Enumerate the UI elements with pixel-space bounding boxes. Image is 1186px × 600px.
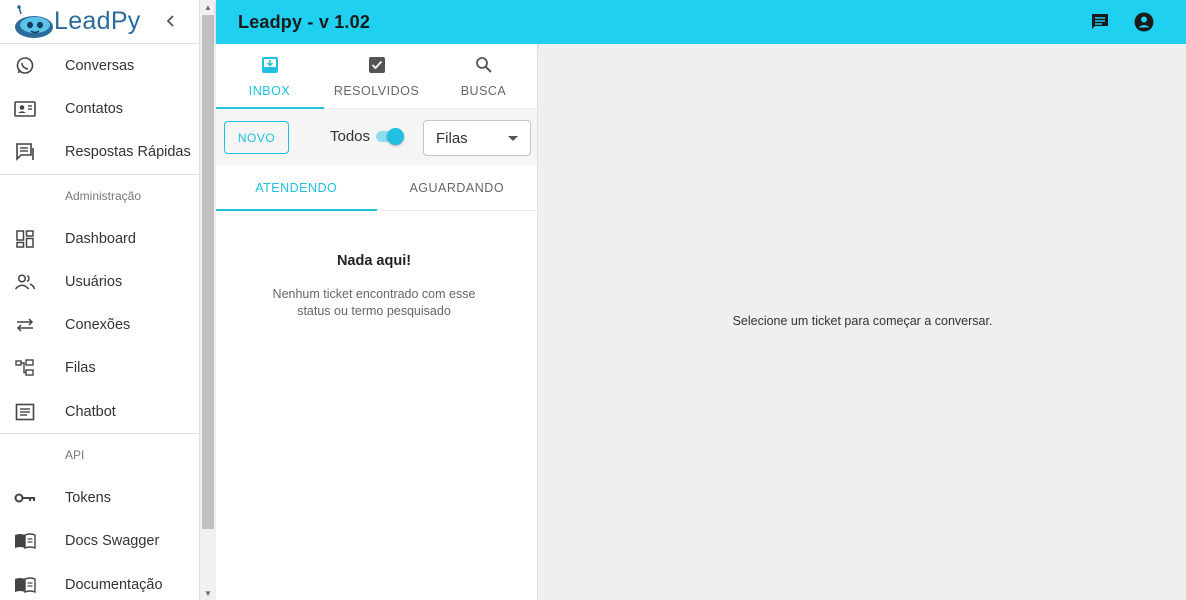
sidebar-item-label: Contatos	[65, 100, 124, 117]
sidebar-item-documentacao[interactable]: Documentação	[0, 563, 199, 600]
sidebar-item-contatos[interactable]: Contatos	[0, 87, 199, 130]
contact-card-icon	[14, 98, 36, 120]
sidebar-item-label: Docs Swagger	[65, 533, 160, 550]
robot-logo-icon	[12, 4, 54, 39]
app-title: Leadpy - v 1.02	[238, 11, 371, 32]
users-icon	[14, 271, 36, 293]
sidebar: LeadPy Conversas Contatos Respostas Rápi…	[0, 0, 200, 600]
dropdown-arrow-icon	[508, 136, 518, 141]
sidebar-item-label: Chatbot	[65, 403, 116, 420]
empty-state-title: Nada aqui!	[336, 253, 412, 269]
sidebar-item-label: Respostas Rápidas	[65, 144, 191, 161]
sidebar-item-tokens[interactable]: Tokens	[0, 476, 199, 519]
sidebar-item-chatbot[interactable]: Chatbot	[0, 390, 199, 433]
sidebar-item-respostas-rapidas[interactable]: Respostas Rápidas	[0, 131, 199, 174]
select-ticket-message: Selecione um ticket para começar a conve…	[732, 314, 993, 328]
book-icon	[14, 530, 36, 552]
tab-label: INBOX	[248, 84, 291, 98]
sidebar-item-label: Documentação	[65, 576, 163, 593]
sidebar-item-label: Conversas	[65, 57, 135, 74]
conversation-area: Selecione um ticket para começar a conve…	[539, 44, 1186, 600]
account-circle-icon[interactable]	[1132, 10, 1156, 34]
sidebar-item-filas[interactable]: Filas	[0, 347, 199, 390]
brand-name: LeadPy	[54, 7, 141, 35]
search-icon	[475, 54, 493, 76]
tab-atendendo[interactable]: ATENDENDO	[216, 165, 377, 210]
ticket-tabs: INBOX RESOLVIDOS BUSCA	[216, 44, 537, 109]
tab-label: RESOLVIDOS	[333, 84, 420, 98]
brand: LeadPy	[0, 0, 199, 44]
section-header-administracao: Administração	[0, 173, 199, 217]
scroll-up-arrow-icon[interactable]: ▲	[200, 0, 216, 14]
sidebar-item-label: Filas	[65, 360, 96, 377]
sidebar-item-docs-swagger[interactable]: Docs Swagger	[0, 520, 199, 563]
empty-state-subtitle: Nenhum ticket encontrado com esse status…	[272, 287, 476, 318]
check-box-icon	[368, 54, 386, 76]
status-tabs: ATENDENDO AGUARDANDO	[216, 165, 537, 211]
queue-select-value: Filas	[436, 129, 468, 147]
top-app-bar: Leadpy - v 1.02	[216, 0, 1186, 44]
sidebar-item-conversas[interactable]: Conversas	[0, 44, 199, 87]
whatsapp-icon	[14, 55, 36, 77]
sidebar-item-usuarios[interactable]: Usuários	[0, 260, 199, 303]
dashboard-icon	[14, 228, 36, 250]
new-ticket-button[interactable]: NOVO	[224, 121, 289, 154]
tab-inbox[interactable]: INBOX	[216, 44, 323, 108]
chatbot-icon	[14, 401, 36, 423]
queue-select[interactable]: Filas	[423, 120, 531, 156]
sidebar-scrollbar[interactable]: ▲ ▼	[200, 0, 216, 600]
inbox-icon	[261, 54, 279, 76]
sidebar-item-label: Conexões	[65, 317, 131, 334]
collapse-sidebar-button[interactable]	[160, 10, 182, 32]
sidebar-item-label: Dashboard	[65, 230, 136, 247]
tab-aguardando[interactable]: AGUARDANDO	[377, 165, 538, 210]
ticket-toolbar: NOVO Todos Filas	[216, 109, 537, 165]
toggle-knob	[387, 128, 404, 145]
scroll-thumb[interactable]	[202, 15, 214, 529]
show-all-toggle[interactable]	[376, 128, 404, 145]
key-icon	[14, 487, 36, 509]
section-header-api: API	[0, 433, 199, 476]
quick-reply-icon	[14, 141, 36, 163]
sidebar-item-conexoes[interactable]: Conexões	[0, 303, 199, 346]
sidebar-item-dashboard[interactable]: Dashboard	[0, 217, 199, 260]
tickets-panel: INBOX RESOLVIDOS BUSCA NOVO Todos Filas …	[216, 44, 538, 600]
scroll-down-arrow-icon[interactable]: ▼	[200, 586, 216, 600]
sidebar-item-label: Tokens	[65, 490, 111, 507]
chevron-left-icon	[166, 15, 174, 27]
tab-label: BUSCA	[460, 84, 507, 98]
active-subtab-indicator	[216, 209, 377, 211]
tab-resolvidos[interactable]: RESOLVIDOS	[323, 44, 430, 108]
queues-icon	[14, 357, 36, 379]
book-icon	[14, 574, 36, 596]
connections-icon	[14, 314, 36, 336]
tab-busca[interactable]: BUSCA	[430, 44, 537, 108]
sidebar-item-label: Usuários	[65, 273, 123, 290]
chat-message-icon[interactable]	[1088, 10, 1112, 34]
show-all-label: Todos	[330, 128, 371, 145]
